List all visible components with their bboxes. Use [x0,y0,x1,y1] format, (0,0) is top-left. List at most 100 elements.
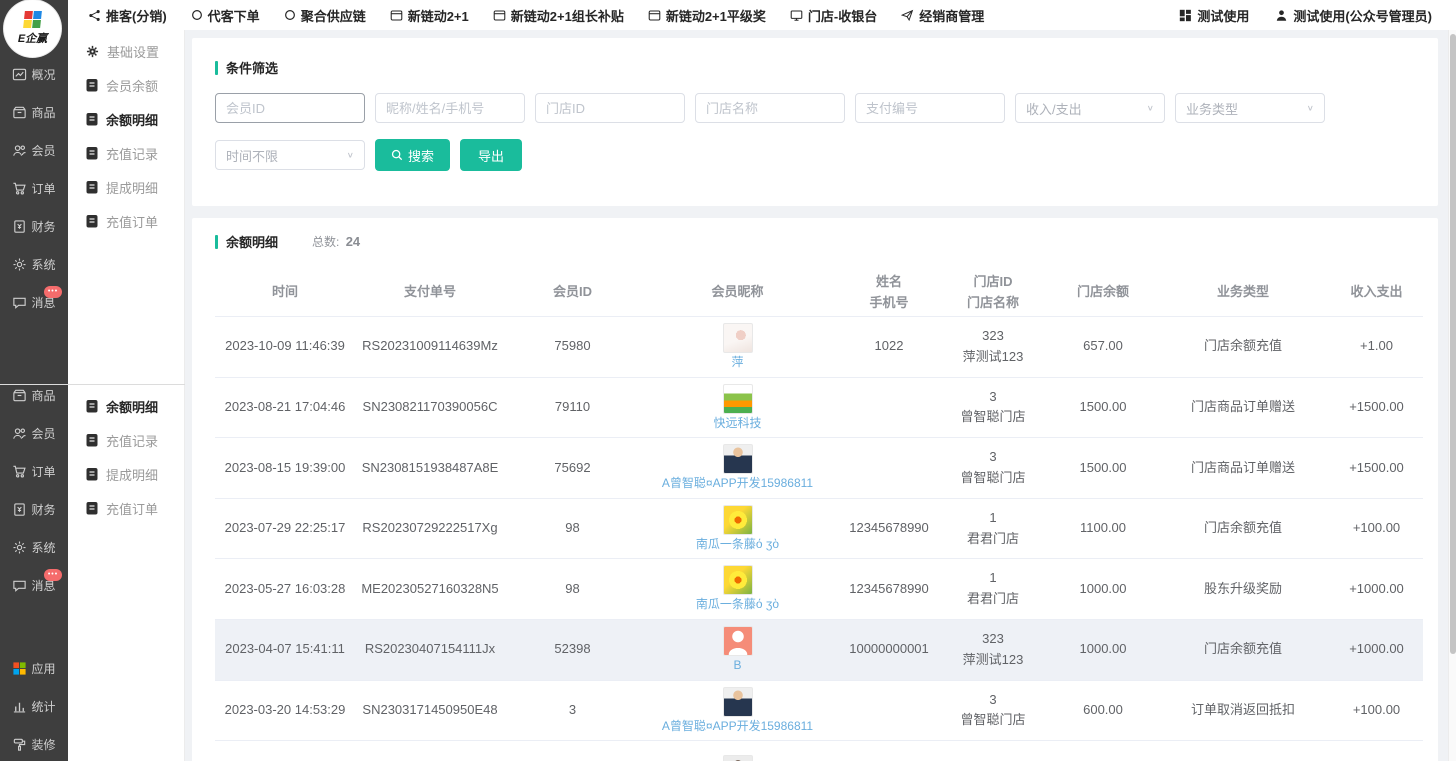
pay-no-input[interactable] [855,93,1005,123]
secondary-sidebar: 基础设置 会员余额 余额明细 充值记录 提成明细 充值订单 [68,30,185,761]
sidebar-item-label: 财务 [31,501,55,518]
cell-member-id: 3 [505,700,640,721]
sidebar-item-goods-2[interactable]: 商品 [0,376,68,414]
store-id-input[interactable] [535,93,685,123]
cell-amount: +100.00 [1323,700,1430,721]
vertical-scrollbar[interactable] [1448,30,1456,761]
biz-type-select[interactable]: 业务类型 ∨ [1175,93,1325,123]
sidebar-item-apps[interactable]: 应用 [0,649,68,687]
subsidebar-label: 余额明细 [106,110,158,129]
nickname-link[interactable]: 南瓜一条藤ό ʒὸ [696,537,779,553]
sidebar-item-finance[interactable]: 财务 [0,207,68,245]
nickname-link[interactable]: A曾智聪¤APP开发15986811 [662,476,813,492]
nickname-link[interactable]: 南瓜一条藤ό ʒὸ [696,597,779,613]
member-id-input[interactable] [215,93,365,123]
gear-icon [12,257,27,272]
members-icon [12,143,27,158]
sidebar-item-system-2[interactable]: 系统 [0,528,68,566]
cell-nickname: A曾智聪¤APP开发15986811 [640,438,835,498]
subsidebar-item-balance-detail[interactable]: 余额明细 [68,102,184,136]
subsidebar-item-recharge-orders-2[interactable]: 充值订单 [68,491,184,525]
sidebar-item-messages[interactable]: 消息 ••• [0,283,68,321]
cell-member-id: 98 [505,579,640,600]
cell-nickname: B [640,620,835,680]
finance-icon [12,502,27,517]
app-logo[interactable]: E企赢 [4,0,61,57]
cell-phone: 12345678990 [835,579,943,600]
topnav-liandong-pingji[interactable]: 新链动2+1平级奖 [648,6,766,25]
scrollbar-thumb[interactable] [1450,34,1456,654]
nickname-link[interactable]: B [733,658,741,674]
sidebar-item-members[interactable]: 会员 [0,131,68,169]
subsidebar-item-commission-detail[interactable]: 提成明细 [68,170,184,204]
subsidebar-item-member-balance[interactable]: 会员余额 [68,68,184,102]
cell-amount: +1000.00 [1323,579,1430,600]
cell-balance: 1500.00 [1043,458,1163,479]
nickname-link[interactable]: 萍 [731,355,743,371]
sidebar-item-messages-2[interactable]: 消息 ••• [0,566,68,604]
document-icon [86,501,98,515]
document-icon [86,112,98,126]
col-pay-no: 支付单号 [355,282,505,303]
subsidebar-item-basic-settings[interactable]: 基础设置 [68,34,184,68]
logo-text: E企赢 [18,30,47,46]
cell-time: 2023-08-21 17:04:46 [215,397,355,418]
cell-member-id: 52398 [505,639,640,660]
sidebar-item-goods[interactable]: 商品 [0,93,68,131]
nickname-link[interactable]: A曾智聪¤APP开发15986811 [662,719,813,735]
subsidebar-item-recharge-records-2[interactable]: 充值记录 [68,423,184,457]
sidebar-item-members-2[interactable]: 会员 [0,414,68,452]
store-name-input[interactable] [695,93,845,123]
cell-balance: 657.00 [1043,336,1163,357]
topnav-liandong-butie[interactable]: 新链动2+1组长补贴 [493,6,624,25]
sidebar-item-finance-2[interactable]: 财务 [0,490,68,528]
sidebar-item-overview[interactable]: 概况 [0,55,68,93]
total-count: 总数: 24 [312,233,360,250]
test-use-button[interactable]: 测试使用 [1179,6,1249,25]
goods-icon [12,388,27,403]
table-row: 2023-03-20 14:53:29 SN2303171450950E48 3… [215,681,1423,742]
document-icon [86,180,98,194]
subsidebar-item-recharge-records[interactable]: 充值记录 [68,136,184,170]
subsidebar-label: 充值订单 [106,212,158,231]
subsidebar-item-commission-detail-2[interactable]: 提成明细 [68,457,184,491]
topnav-daike[interactable]: 代客下单 [191,6,260,25]
sidebar-item-orders-2[interactable]: 订单 [0,452,68,490]
search-button[interactable]: 搜索 [375,139,450,171]
topnav-cashier[interactable]: 门店-收银台 [790,6,877,25]
cell-time: 2023-07-29 22:25:17 [215,518,355,539]
export-button[interactable]: 导出 [460,139,522,171]
document-icon [86,467,98,481]
sidebar-item-decorate[interactable]: 装修 [0,725,68,761]
cell-store: 1 君君门店 [943,508,1043,550]
gear-icon [12,540,27,555]
cell-nickname: 萍 [640,317,835,377]
sidebar-item-orders[interactable]: 订单 [0,169,68,207]
cell-member-id: 98 [505,518,640,539]
cell-phone: 12345678990 [835,518,943,539]
table-header-row: 时间 支付单号 会员ID 会员昵称 姓名 手机号 门店ID 门店名称 门店余额 … [215,269,1423,317]
cell-balance: 1100.00 [1043,518,1163,539]
sidebar-item-system[interactable]: 系统 [0,245,68,283]
account-menu[interactable]: 测试使用(公众号管理员) [1275,6,1432,25]
subsidebar-item-balance-detail-2[interactable]: 余额明细 [68,389,184,423]
income-expense-select[interactable]: 收入/支出 ∨ [1015,93,1165,123]
topnav-dealer[interactable]: 经销商管理 [901,6,984,25]
nickname-input[interactable] [375,93,525,123]
topnav-liandong[interactable]: 新链动2+1 [390,6,469,25]
time-range-select[interactable]: 时间不限 ∨ [215,140,365,170]
cell-biz-type: 门店余额充值 [1163,336,1323,357]
subsidebar-item-recharge-orders[interactable]: 充值订单 [68,204,184,238]
document-icon [86,433,98,447]
col-time: 时间 [215,282,355,303]
topnav-label: 聚合供应链 [301,6,366,25]
table-row: 2023-08-21 17:04:46 SN230821170390056C 7… [215,378,1423,439]
sidebar-item-stats[interactable]: 统计 [0,687,68,725]
cell-nickname: 南瓜一条藤ό ʒὸ [640,559,835,619]
filter-title: 条件筛选 [215,58,1438,77]
topnav-supply[interactable]: 聚合供应链 [284,6,366,25]
nickname-link[interactable]: 快远科技 [713,416,761,432]
cell-time: 2023-04-07 15:41:11 [215,639,355,660]
topnav-tuike[interactable]: 推客(分销) [88,6,167,25]
cell-amount: +1000.00 [1323,639,1430,660]
